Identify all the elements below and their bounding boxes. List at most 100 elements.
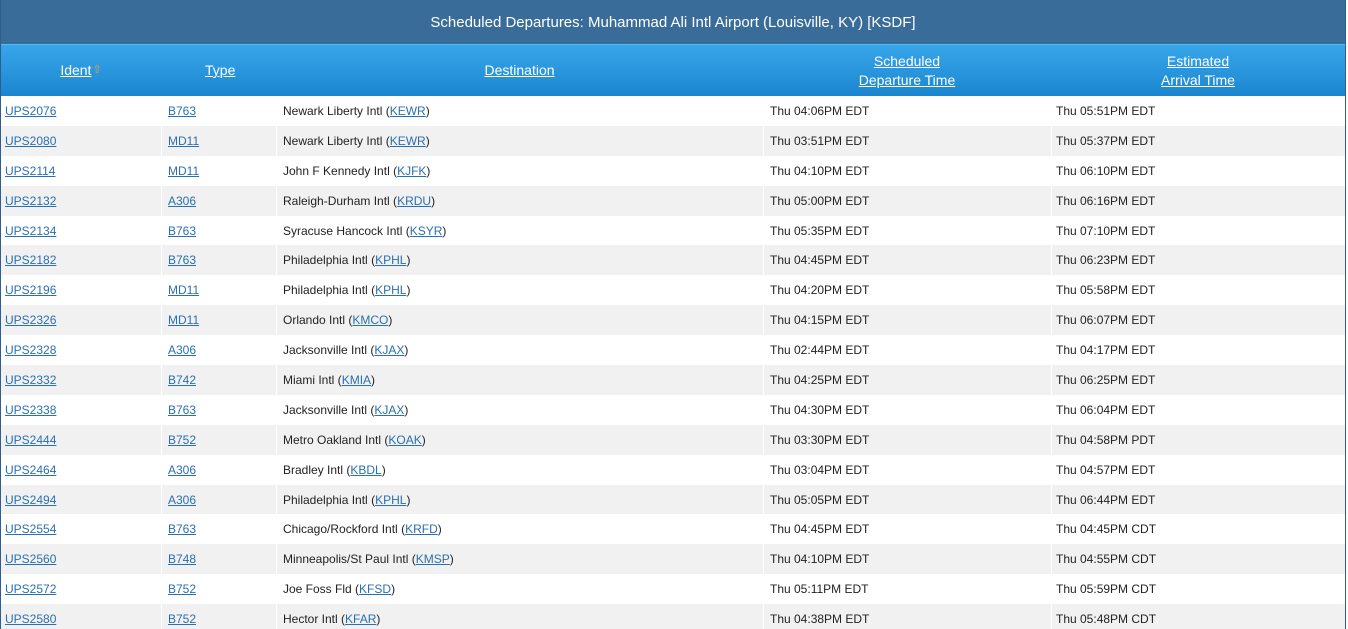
departure-time-cell: Thu 02:44PM EDT [763, 335, 1051, 366]
destination-header-label: Destination [484, 62, 555, 78]
destination-paren-open: ( [345, 313, 353, 328]
destination-code-link[interactable]: KBDL [350, 463, 381, 477]
destination-code-link[interactable]: KMIA [342, 373, 371, 387]
departure-time: Thu 05:35PM EDT [770, 223, 870, 238]
aircraft-type-link[interactable]: B763 [168, 224, 196, 238]
aircraft-type-link[interactable]: A306 [168, 343, 196, 357]
type-cell: A306 [161, 454, 276, 485]
flight-ident-link[interactable]: UPS2464 [5, 463, 56, 477]
arrival-time-cell: Thu 06:23PM EDT [1051, 245, 1345, 276]
arrival-time: Thu 05:37PM EDT [1056, 133, 1156, 148]
flight-ident-link[interactable]: UPS2196 [5, 283, 56, 297]
aircraft-type-link[interactable]: MD11 [168, 283, 199, 297]
flight-ident-link[interactable]: UPS2080 [5, 134, 56, 148]
aircraft-type-link[interactable]: B752 [168, 612, 196, 626]
aircraft-type-link[interactable]: B752 [168, 433, 196, 447]
flight-ident-link[interactable]: UPS2554 [5, 522, 56, 536]
aircraft-type-link[interactable]: B742 [168, 373, 196, 387]
destination-code-link[interactable]: KMCO [352, 313, 388, 327]
destination-code-link[interactable]: KOAK [388, 433, 421, 447]
flight-ident-link[interactable]: UPS2332 [5, 373, 56, 387]
flight-ident-link[interactable]: UPS2580 [5, 612, 56, 626]
arrival-time-cell: Thu 04:45PM CDT [1051, 514, 1345, 545]
destination-code-link[interactable]: KRDU [397, 194, 431, 208]
flight-ident-link[interactable]: UPS2134 [5, 224, 56, 238]
table-row: UPS2572 B752 Joe Foss Fld (KFSD) Thu 05:11P… [1, 574, 1345, 605]
arrival-time-cell: Thu 05:37PM EDT [1051, 125, 1345, 156]
destination-column-header[interactable]: Destination [276, 61, 763, 80]
flight-ident-link[interactable]: UPS2444 [5, 433, 56, 447]
destination-paren-open: ( [367, 253, 376, 268]
flight-ident-link[interactable]: UPS2132 [5, 194, 56, 208]
flight-ident-link[interactable]: UPS2560 [5, 552, 56, 566]
destination-code-link[interactable]: KJAX [374, 403, 404, 417]
flight-ident-link[interactable]: UPS2182 [5, 253, 56, 267]
aircraft-type-link[interactable]: A306 [168, 493, 196, 507]
destination-name: Metro Oakland Intl [283, 432, 382, 447]
destination-code-link[interactable]: KFSD [359, 582, 391, 596]
flight-ident-link[interactable]: UPS2114 [5, 164, 55, 178]
aircraft-type-link[interactable]: MD11 [168, 164, 199, 178]
flight-ident-link[interactable]: UPS2494 [5, 493, 56, 507]
type-cell: B763 [161, 394, 276, 425]
flight-ident-link[interactable]: UPS2326 [5, 313, 56, 327]
table-row: UPS2076 B763 Newark Liberty Intl (KEWR) Thu… [1, 96, 1345, 126]
aircraft-type-link[interactable]: MD11 [168, 134, 199, 148]
destination-code-link[interactable]: KSYR [410, 224, 443, 238]
destination-cell: John F Kennedy Intl (KJFK) [276, 155, 763, 186]
destination-paren-open: ( [334, 372, 342, 387]
destination-code-link[interactable]: KPHL [375, 283, 406, 297]
arrival-time: Thu 06:44PM EDT [1056, 492, 1156, 507]
departure-time: Thu 04:20PM EDT [770, 283, 870, 298]
ident-column-header[interactable]: Ident⇧ [1, 61, 161, 80]
destination-name: John F Kennedy Intl [283, 163, 390, 178]
ident-cell: UPS2114 [1, 156, 161, 186]
flight-ident-link[interactable]: UPS2328 [5, 343, 56, 357]
aircraft-type-link[interactable]: A306 [168, 194, 196, 208]
aircraft-type-link[interactable]: B763 [168, 253, 196, 267]
flight-ident-link[interactable]: UPS2572 [5, 582, 56, 596]
destination-name: Jacksonville Intl [283, 402, 368, 417]
destination-cell: Minneapolis/St Paul Intl (KMSP) [276, 544, 763, 575]
departure-time: Thu 04:06PM EDT [770, 103, 870, 118]
type-column-header[interactable]: Type [161, 61, 276, 80]
flight-ident-link[interactable]: UPS2076 [5, 104, 56, 118]
destination-code-link[interactable]: KEWR [390, 104, 426, 118]
destination-cell: Hector Intl (KFAR) [276, 604, 763, 629]
arrival-column-header[interactable]: Estimated Arrival Time [1051, 52, 1345, 90]
aircraft-type-link[interactable]: A306 [168, 463, 196, 477]
flight-ident-link[interactable]: UPS2338 [5, 403, 56, 417]
aircraft-type-link[interactable]: B763 [168, 403, 196, 417]
ident-cell: UPS2182 [1, 245, 161, 275]
destination-name: Newark Liberty Intl [283, 133, 383, 148]
aircraft-type-link[interactable]: B748 [168, 552, 196, 566]
ident-cell: UPS2080 [1, 126, 161, 156]
destination-name: Philadelphia Intl [283, 253, 368, 268]
destination-paren-open: ( [382, 133, 390, 148]
destination-code-link[interactable]: KPHL [375, 493, 406, 507]
type-cell: B763 [161, 514, 276, 545]
destination-code-link[interactable]: KEWR [390, 134, 426, 148]
departure-time-cell: Thu 05:35PM EDT [763, 215, 1051, 246]
arrival-time-cell: Thu 06:16PM EDT [1051, 185, 1345, 216]
destination-code-link[interactable]: KPHL [375, 253, 406, 267]
aircraft-type-link[interactable]: B752 [168, 582, 196, 596]
arrival-time: Thu 07:10PM EDT [1056, 223, 1156, 238]
aircraft-type-link[interactable]: B763 [168, 522, 196, 536]
departure-column-header[interactable]: Scheduled Departure Time [763, 52, 1051, 90]
destination-cell: Philadelphia Intl (KPHL) [276, 275, 763, 306]
aircraft-type-link[interactable]: MD11 [168, 313, 199, 327]
type-cell: MD11 [161, 125, 276, 156]
destination-cell: Chicago/Rockford Intl (KRFD) [276, 514, 763, 545]
departure-time: Thu 05:05PM EDT [770, 492, 870, 507]
destination-code-link[interactable]: KFAR [345, 612, 376, 626]
aircraft-type-link[interactable]: B763 [168, 104, 196, 118]
destination-code-link[interactable]: KJAX [374, 343, 404, 357]
departure-time-cell: Thu 03:30PM EDT [763, 424, 1051, 455]
destination-code-link[interactable]: KRFD [405, 522, 438, 536]
arrival-time: Thu 05:48PM CDT [1056, 612, 1157, 627]
destination-code-link[interactable]: KMSP [416, 552, 450, 566]
destination-paren-close: ) [381, 462, 386, 477]
arrival-time-cell: Thu 05:51PM EDT [1051, 96, 1345, 126]
destination-code-link[interactable]: KJFK [397, 164, 426, 178]
